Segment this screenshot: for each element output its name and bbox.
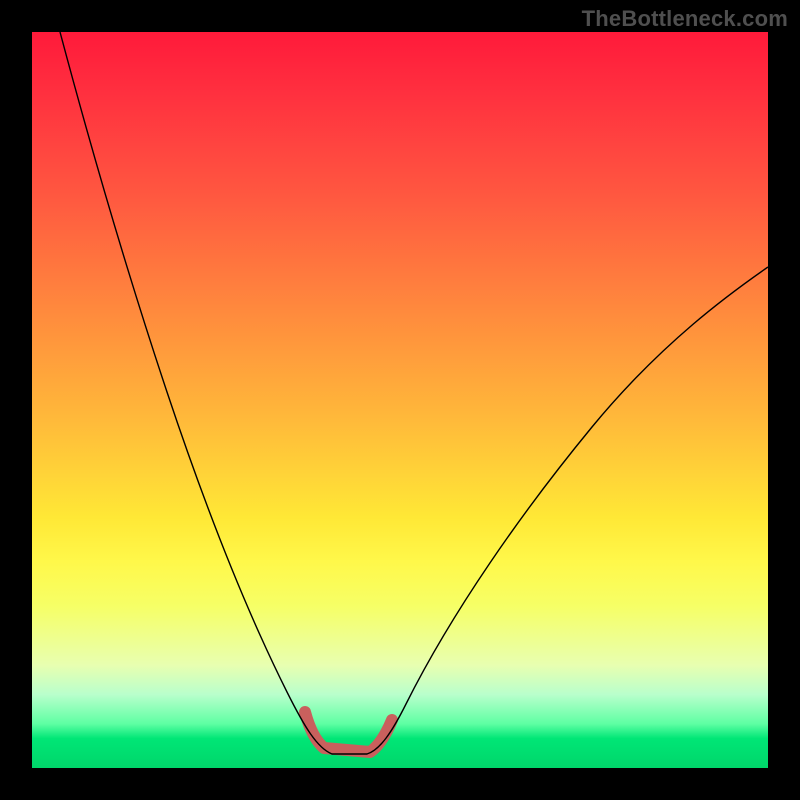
plot-area xyxy=(32,32,768,768)
watermark-text: TheBottleneck.com xyxy=(582,6,788,32)
curve-layer xyxy=(32,32,768,768)
chart-frame: TheBottleneck.com xyxy=(0,0,800,800)
bottleneck-curve-line xyxy=(60,32,768,754)
